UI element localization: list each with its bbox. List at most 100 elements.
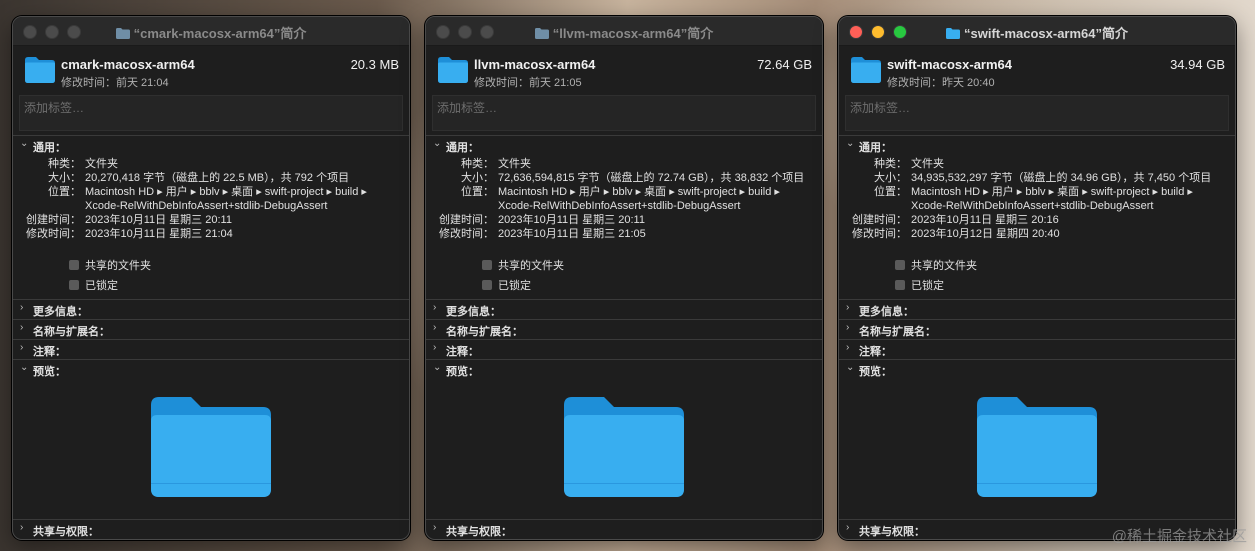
- checkbox-label: 共享的文件夹: [911, 260, 977, 272]
- chevron-right-icon[interactable]: ›: [433, 323, 443, 333]
- window-title: “llvm-macosx-arm64”简介: [426, 23, 822, 42]
- tags-placeholder: 添加标签…: [437, 101, 498, 115]
- size-label: 大小：: [874, 172, 907, 184]
- section-preview[interactable]: ⌄ 预览：: [13, 359, 409, 380]
- section-sharing[interactable]: › 共享与权限：: [426, 519, 822, 539]
- chevron-down-icon[interactable]: ⌄: [846, 139, 856, 149]
- where-label: 位置：: [461, 186, 494, 198]
- checkbox-label: 已锁定: [85, 280, 118, 292]
- general-info: 种类： 文件夹 大小： 20,270,418 字节（磁盘上的 22.5 MB），共 …: [13, 157, 409, 241]
- kind-label: 种类：: [874, 158, 907, 170]
- title-bar[interactable]: “llvm-macosx-arm64”简介: [426, 17, 822, 46]
- chevron-right-icon[interactable]: ›: [846, 523, 856, 533]
- modified-summary: 修改时间：前天 21:04: [61, 77, 169, 89]
- folder-icon: [946, 28, 960, 39]
- folder-icon: [115, 28, 130, 39]
- created-value: 2023年10月11日 星期三 20:11: [498, 214, 645, 226]
- section-label: 更多信息：: [446, 306, 501, 318]
- created-value: 2023年10月11日 星期三 20:11: [85, 214, 232, 226]
- size-value: 72,636,594,815 字节（磁盘上的 72.74 GB），共 38,83…: [498, 172, 805, 184]
- section-more-info[interactable]: › 更多信息：: [839, 299, 1235, 320]
- chevron-down-icon[interactable]: ⌄: [433, 363, 443, 373]
- tags-field[interactable]: 添加标签…: [432, 95, 816, 131]
- section-more-info[interactable]: › 更多信息：: [426, 299, 822, 320]
- locked-checkbox[interactable]: 已锁定: [895, 277, 944, 293]
- window-title-text: “swift-macosx-arm64”简介: [964, 26, 1128, 41]
- info-window-cmark: “cmark-macosx-arm64”简介 cmark-macosx-arm6…: [12, 16, 410, 540]
- section-more-info[interactable]: › 更多信息：: [13, 299, 409, 320]
- chevron-right-icon[interactable]: ›: [846, 343, 856, 353]
- checkbox-label: 已锁定: [911, 280, 944, 292]
- chevron-down-icon[interactable]: ⌄: [846, 363, 856, 373]
- section-comments[interactable]: › 注释：: [839, 339, 1235, 360]
- checkbox[interactable]: [895, 260, 905, 270]
- locked-checkbox[interactable]: 已锁定: [69, 277, 118, 293]
- folder-preview-icon: [977, 397, 1097, 497]
- checkbox[interactable]: [482, 260, 492, 270]
- section-name-ext[interactable]: › 名称与扩展名：: [13, 319, 409, 340]
- where-value: Macintosh HD ▸ 用户 ▸ bblv ▸ 桌面 ▸ swift-pr…: [911, 186, 1193, 198]
- section-general[interactable]: ⌄ 通用：: [13, 135, 409, 156]
- title-bar[interactable]: “swift-macosx-arm64”简介: [839, 17, 1235, 46]
- section-label: 通用：: [446, 142, 479, 154]
- title-bar[interactable]: “cmark-macosx-arm64”简介: [13, 17, 409, 46]
- section-label: 预览：: [859, 366, 892, 378]
- section-label: 名称与扩展名：: [859, 326, 936, 338]
- checkbox-label: 共享的文件夹: [498, 260, 564, 272]
- checkbox[interactable]: [69, 260, 79, 270]
- chevron-right-icon[interactable]: ›: [433, 523, 443, 533]
- section-preview[interactable]: ⌄ 预览：: [839, 359, 1235, 380]
- chevron-down-icon[interactable]: ⌄: [20, 363, 30, 373]
- shared-folder-checkbox[interactable]: 共享的文件夹: [895, 257, 977, 273]
- checkbox[interactable]: [69, 280, 79, 290]
- general-info: 种类： 文件夹 大小： 72,636,594,815 字节（磁盘上的 72.74 G…: [426, 157, 822, 241]
- kind-label: 种类：: [461, 158, 494, 170]
- chevron-right-icon[interactable]: ›: [433, 343, 443, 353]
- section-label: 名称与扩展名：: [33, 326, 110, 338]
- section-label: 更多信息：: [33, 306, 88, 318]
- locked-checkbox[interactable]: 已锁定: [482, 277, 531, 293]
- file-size: 72.64 GB: [757, 57, 812, 72]
- shared-folder-checkbox[interactable]: 共享的文件夹: [69, 257, 151, 273]
- chevron-right-icon[interactable]: ›: [846, 303, 856, 313]
- section-general[interactable]: ⌄ 通用：: [839, 135, 1235, 156]
- section-comments[interactable]: › 注释：: [426, 339, 822, 360]
- tags-field[interactable]: 添加标签…: [19, 95, 403, 131]
- chevron-right-icon[interactable]: ›: [846, 323, 856, 333]
- folder-icon: [25, 57, 55, 83]
- created-label: 创建时间：: [439, 214, 494, 226]
- info-window-llvm: “llvm-macosx-arm64”简介 llvm-macosx-arm64 …: [425, 16, 823, 540]
- size-value: 20,270,418 字节（磁盘上的 22.5 MB），共 792 个项目: [85, 172, 350, 184]
- where-value-cont: Xcode-RelWithDebInfoAssert+stdlib-DebugA…: [498, 200, 741, 212]
- where-value-cont: Xcode-RelWithDebInfoAssert+stdlib-DebugA…: [85, 200, 328, 212]
- section-name-ext[interactable]: › 名称与扩展名：: [426, 319, 822, 340]
- modified-label: 修改时间：: [852, 228, 907, 240]
- chevron-right-icon[interactable]: ›: [20, 323, 30, 333]
- section-label: 更多信息：: [859, 306, 914, 318]
- chevron-right-icon[interactable]: ›: [433, 303, 443, 313]
- checkbox[interactable]: [895, 280, 905, 290]
- folder-icon: [438, 57, 468, 83]
- chevron-down-icon[interactable]: ⌄: [20, 139, 30, 149]
- chevron-right-icon[interactable]: ›: [20, 303, 30, 313]
- tags-field[interactable]: 添加标签…: [845, 95, 1229, 131]
- section-sharing[interactable]: › 共享与权限：: [13, 519, 409, 539]
- section-preview[interactable]: ⌄ 预览：: [426, 359, 822, 380]
- checkbox[interactable]: [482, 280, 492, 290]
- shared-folder-checkbox[interactable]: 共享的文件夹: [482, 257, 564, 273]
- info-window-swift: “swift-macosx-arm64”简介 swift-macosx-arm6…: [838, 16, 1236, 540]
- chevron-down-icon[interactable]: ⌄: [433, 139, 443, 149]
- file-name: swift-macosx-arm64: [887, 57, 1012, 72]
- section-general[interactable]: ⌄ 通用：: [426, 135, 822, 156]
- window-title: “swift-macosx-arm64”简介: [839, 23, 1235, 42]
- size-value: 34,935,532,297 字节（磁盘上的 34.96 GB），共 7,450…: [911, 172, 1212, 184]
- section-label: 共享与权限：: [859, 526, 925, 538]
- chevron-right-icon[interactable]: ›: [20, 343, 30, 353]
- modified-label: 修改时间：: [26, 228, 81, 240]
- tags-placeholder: 添加标签…: [24, 101, 85, 115]
- section-label: 注释：: [446, 346, 479, 358]
- section-name-ext[interactable]: › 名称与扩展名：: [839, 319, 1235, 340]
- chevron-right-icon[interactable]: ›: [20, 523, 30, 533]
- section-label: 预览：: [33, 366, 66, 378]
- section-comments[interactable]: › 注释：: [13, 339, 409, 360]
